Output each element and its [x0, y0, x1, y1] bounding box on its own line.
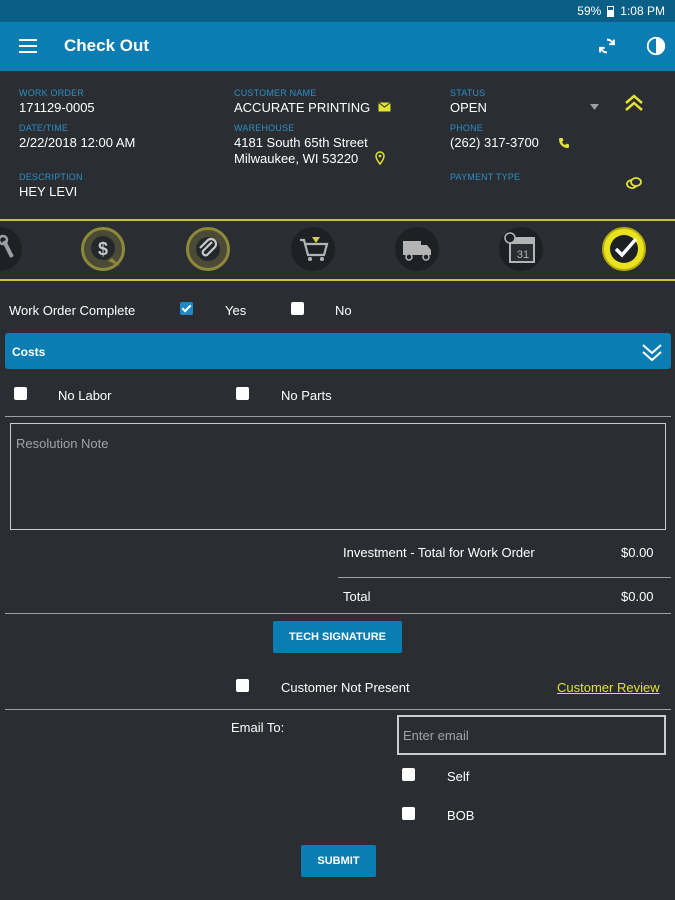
email-to-label: Email To:	[231, 720, 285, 735]
investment-total-label: Investment - Total for Work Order	[343, 545, 535, 560]
phone-icon[interactable]	[558, 137, 570, 149]
customer-not-present-label: Customer Not Present	[281, 680, 410, 695]
total-value: $0.00	[621, 589, 654, 604]
status-label: STATUS	[450, 88, 486, 98]
customer-name: ACCURATE PRINTING	[234, 100, 371, 115]
yes-checkbox[interactable]	[180, 302, 193, 315]
app-bar: Check Out	[0, 22, 675, 71]
work-order-label: WORK ORDER	[19, 88, 84, 98]
status-bar: 59% 1:08 PM	[0, 0, 675, 22]
divider	[5, 709, 671, 710]
contrast-icon[interactable]	[645, 35, 667, 57]
sync-icon[interactable]	[596, 35, 618, 57]
divider	[5, 613, 671, 614]
no-label: No	[335, 303, 352, 318]
battery-icon	[607, 5, 615, 17]
work-order-number: 171129-0005	[19, 100, 95, 115]
location-pin-icon[interactable]	[375, 151, 385, 165]
investment-total-value: $0.00	[621, 545, 654, 560]
mail-icon[interactable]	[378, 102, 391, 112]
calendar-day: 31	[517, 249, 529, 261]
yes-label: Yes	[225, 303, 247, 318]
bob-checkbox[interactable]	[402, 807, 415, 820]
customer-review-link[interactable]: Customer Review	[557, 680, 660, 695]
description-value: HEY LEVI	[19, 184, 78, 199]
expand-chevrons-icon[interactable]	[641, 342, 663, 362]
no-parts-label: No Parts	[281, 388, 332, 403]
bob-label: BOB	[447, 808, 475, 823]
clock: 1:08 PM	[620, 4, 665, 18]
checkmark-icon[interactable]	[602, 227, 646, 271]
collapse-chevrons-icon[interactable]	[624, 94, 644, 112]
no-checkbox[interactable]	[291, 302, 304, 315]
work-order-complete-label: Work Order Complete	[9, 303, 136, 318]
cart-icon[interactable]	[291, 227, 335, 271]
submit-button[interactable]: SUBMIT	[301, 845, 376, 877]
self-checkbox[interactable]	[402, 768, 415, 781]
customer-not-present-checkbox[interactable]	[236, 679, 249, 692]
description-label: DESCRIPTION	[19, 172, 83, 182]
date-value: 2/22/2018 12:00 AM	[19, 135, 136, 150]
customer-label: CUSTOMER NAME	[234, 88, 317, 98]
no-labor-label: No Labor	[58, 388, 112, 403]
totals-divider	[338, 577, 671, 578]
work-order-header: WORK ORDER 171129-0005 DATE/TIME 2/22/20…	[0, 71, 675, 219]
status-dropdown-icon[interactable]	[590, 104, 599, 110]
warehouse-label: WAREHOUSE	[234, 123, 295, 133]
phone-label: PHONE	[450, 123, 484, 133]
menu-icon[interactable]	[19, 39, 37, 53]
status-value[interactable]: OPEN	[450, 100, 487, 116]
section-icon-bar: $ 31	[0, 221, 675, 280]
warehouse-line1: 4181 South 65th Street	[234, 135, 368, 150]
icon-bar-bottom-rule	[0, 279, 675, 281]
page-title: Check Out	[64, 36, 150, 55]
tech-signature-button[interactable]: TECH SIGNATURE	[273, 621, 402, 653]
resolution-note-field[interactable]	[10, 423, 666, 530]
dollar-chat-icon[interactable]: $	[81, 227, 125, 271]
battery-percent: 59%	[577, 4, 602, 18]
phone-value: (262) 317-3700	[450, 135, 539, 150]
coins-icon[interactable]	[626, 177, 642, 189]
no-labor-checkbox[interactable]	[14, 387, 27, 400]
date-label: DATE/TIME	[19, 123, 69, 133]
email-field[interactable]	[397, 715, 666, 755]
wrench-icon[interactable]	[0, 227, 22, 271]
self-label: Self	[447, 769, 470, 784]
no-parts-checkbox[interactable]	[236, 387, 249, 400]
divider	[5, 416, 671, 417]
payment-type-label: PAYMENT TYPE	[450, 172, 521, 182]
total-label: Total	[343, 589, 371, 604]
costs-section-header[interactable]: Costs	[5, 333, 671, 369]
truck-icon[interactable]	[395, 227, 439, 271]
costs-label: Costs	[12, 345, 46, 359]
paperclip-icon[interactable]	[186, 227, 230, 271]
warehouse-line2: Milwaukee, WI 53220	[234, 151, 359, 166]
svg-text:$: $	[98, 239, 108, 259]
calendar-icon[interactable]: 31	[499, 227, 543, 271]
